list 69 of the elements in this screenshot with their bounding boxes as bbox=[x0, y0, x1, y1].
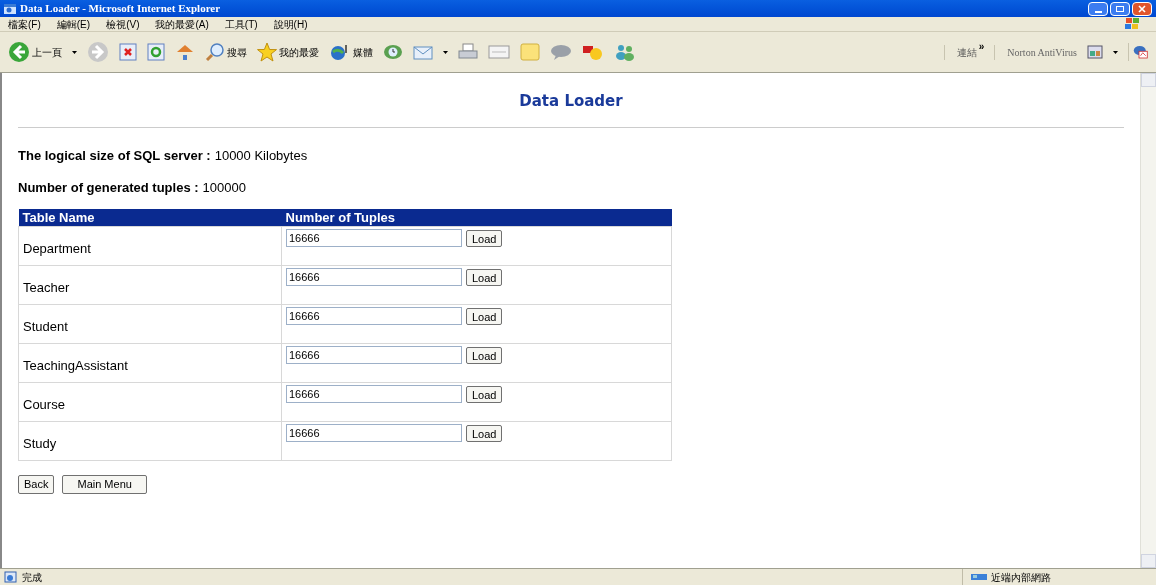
windows-logo-icon bbox=[1124, 18, 1140, 30]
load-button[interactable]: Load bbox=[466, 268, 503, 286]
load-button[interactable]: Load bbox=[466, 307, 503, 325]
zone-text: 近端內部網路 bbox=[991, 570, 1051, 585]
menu-item[interactable]: 說明(H) bbox=[273, 16, 308, 32]
info-label: Number of generated tuples : bbox=[18, 178, 199, 197]
window-title: Data Loader - Microsoft Internet Explorer bbox=[20, 1, 221, 17]
browser-icon bbox=[4, 2, 16, 15]
main-menu-button[interactable]: Main Menu bbox=[62, 475, 147, 494]
info-value: 10000 Kilobytes bbox=[214, 147, 308, 165]
menu-item[interactable]: 檔案(F) bbox=[8, 16, 41, 32]
page-icon bbox=[4, 571, 18, 583]
restore-button[interactable] bbox=[1110, 1, 1130, 16]
table-cell: Department bbox=[18, 226, 282, 266]
star-icon[interactable] bbox=[257, 42, 277, 62]
page-heading: Data Loader bbox=[519, 92, 623, 110]
menu-item[interactable]: 工具(T) bbox=[224, 16, 258, 32]
dropdown-caret-icon[interactable] bbox=[443, 50, 448, 54]
load-button[interactable]: Load bbox=[466, 385, 503, 403]
table-cell: Study bbox=[18, 421, 282, 461]
load-button[interactable]: Load bbox=[466, 424, 503, 442]
info-value: 100000 bbox=[202, 178, 246, 197]
refresh-icon[interactable] bbox=[147, 43, 165, 61]
tuples-input[interactable]: 16666 bbox=[286, 229, 462, 247]
table-cell: TeachingAssistant bbox=[18, 343, 282, 383]
close-button[interactable] bbox=[1132, 1, 1152, 16]
column-header: Number of Tuples bbox=[281, 209, 672, 227]
history-icon[interactable] bbox=[383, 43, 403, 61]
home-icon[interactable] bbox=[175, 43, 195, 61]
minimize-icon bbox=[1094, 10, 1102, 13]
dropdown-caret-icon[interactable] bbox=[72, 50, 77, 54]
load-button[interactable]: Load bbox=[466, 229, 503, 247]
pdf-speech-icon[interactable] bbox=[1128, 43, 1148, 61]
column-header: Table Name bbox=[18, 209, 282, 227]
menu-item[interactable]: 我的最愛(A) bbox=[155, 16, 209, 32]
back-button-label[interactable]: 上一頁 bbox=[32, 44, 62, 60]
toolbar-window-icon[interactable] bbox=[1087, 45, 1103, 59]
media-button-label[interactable]: 媒體 bbox=[353, 44, 373, 60]
tuples-input[interactable]: 16666 bbox=[286, 346, 462, 364]
mail-icon[interactable] bbox=[413, 43, 433, 61]
scrollbar[interactable] bbox=[1140, 73, 1156, 568]
load-button[interactable]: Load bbox=[466, 346, 503, 364]
menu-item[interactable]: 檢視(V) bbox=[106, 16, 140, 32]
minimize-button[interactable] bbox=[1088, 1, 1108, 16]
people-icon[interactable] bbox=[614, 43, 636, 61]
tuples-input[interactable]: 16666 bbox=[286, 424, 462, 442]
back-button[interactable]: Back bbox=[18, 475, 55, 494]
info-label: The logical size of SQL server : bbox=[18, 147, 211, 165]
tuples-input[interactable]: 16666 bbox=[286, 268, 462, 286]
speech-bubble-icon[interactable] bbox=[550, 43, 572, 61]
printer-icon[interactable] bbox=[458, 43, 478, 61]
status-text: 完成 bbox=[22, 570, 42, 585]
norton-toolbar-label[interactable]: Norton AntiVirus bbox=[994, 44, 1077, 60]
close-icon bbox=[1138, 4, 1146, 13]
search-button-label[interactable]: 搜尋 bbox=[227, 44, 247, 60]
table-cell: Student bbox=[18, 304, 282, 344]
menu-item[interactable]: 編輯(E) bbox=[56, 16, 91, 32]
stop-icon[interactable] bbox=[119, 43, 137, 61]
search-icon[interactable] bbox=[205, 42, 225, 62]
tuples-input[interactable]: 16666 bbox=[286, 307, 462, 325]
dropdown-caret-icon[interactable] bbox=[1113, 50, 1118, 54]
chevron-button[interactable]: » bbox=[978, 38, 985, 54]
restore-icon bbox=[1116, 5, 1124, 12]
network-icon bbox=[971, 572, 987, 582]
table-cell: Teacher bbox=[18, 265, 282, 305]
table-cell: Course bbox=[18, 382, 282, 422]
tuples-input[interactable]: 16666 bbox=[286, 385, 462, 403]
links-button[interactable]: 連結 bbox=[943, 44, 977, 60]
favorites-button-label[interactable]: 我的最愛 bbox=[279, 44, 319, 60]
